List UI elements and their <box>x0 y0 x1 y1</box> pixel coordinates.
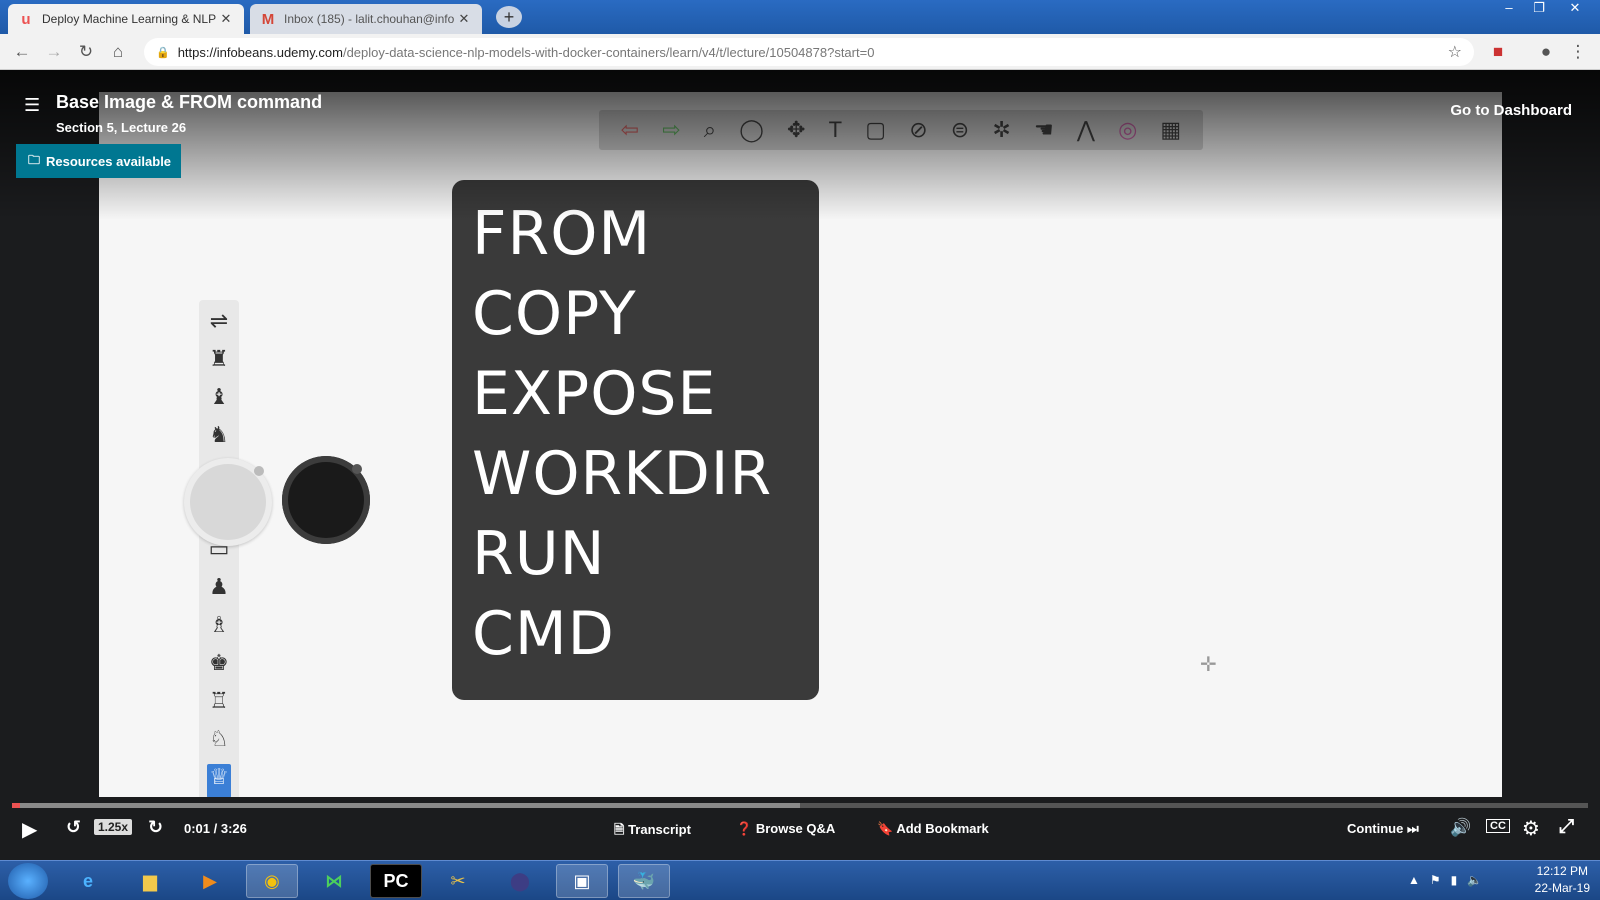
browser-tabstrip: u Deploy Machine Learning & NLP ✕ M Inbo… <box>0 0 1600 34</box>
brush-icon: ♝ <box>209 384 229 409</box>
gear-icon[interactable]: ⚙ <box>1522 816 1540 841</box>
go-to-dashboard-link[interactable]: Go to Dashboard <box>1450 102 1572 119</box>
address-bar[interactable]: 🔒 https://infobeans.udemy.com/deploy-dat… <box>144 38 1474 66</box>
eclipse-icon[interactable]: ⬤ <box>494 864 546 898</box>
crosshair-cursor-icon: ✛ <box>1200 654 1217 676</box>
visual-studio-code-icon[interactable]: ⋈ <box>308 864 360 898</box>
brush-icon: ♗ <box>209 612 229 637</box>
player-controls: ▶ ↺ 1.25x ↻ 0:01 / 3:26 🗎 Transcript ❓ B… <box>0 797 1600 860</box>
resources-label: Resources available <box>46 153 172 169</box>
qa-label: Browse Q&A <box>755 821 836 836</box>
brush-icon: ♞ <box>209 422 229 447</box>
media-player-icon[interactable]: ▶ <box>184 864 236 898</box>
play-icon[interactable]: ▶ <box>22 817 37 842</box>
document-icon: 🗎 <box>614 822 629 837</box>
progress-bar[interactable] <box>12 803 1588 808</box>
brush-icon: ♖ <box>209 688 229 713</box>
command-text: EXPOSE <box>472 359 717 429</box>
dark-color-swatch <box>282 456 370 544</box>
docker-icon[interactable]: 🐳 <box>618 864 670 898</box>
minimize-icon[interactable]: – <box>1494 0 1524 18</box>
clock[interactable]: 12:12 PM 22-Mar-19 <box>1535 863 1590 897</box>
tab-gmail[interactable]: M Inbox (185) - lalit.chouhan@info ✕ <box>250 4 482 34</box>
resources-button[interactable]: 🗀 Resources available <box>16 144 181 178</box>
bookmark-star-icon[interactable]: ☆ <box>1448 42 1462 62</box>
buffered-fill <box>12 803 800 808</box>
chrome-icon[interactable]: ◉ <box>246 864 298 898</box>
hamburger-menu-icon[interactable]: ☰ <box>24 95 40 116</box>
url-host: https://infobeans.udemy.com <box>177 44 343 60</box>
continue-button[interactable]: Continue ⏭ <box>1347 821 1419 837</box>
browse-qa-button[interactable]: ❓ Browse Q&A <box>736 821 835 837</box>
restore-icon[interactable]: ❐ <box>1524 0 1554 18</box>
tab-title: Inbox (185) - lalit.chouhan@info <box>284 12 455 26</box>
selected-brush-icon: ♕ <box>207 764 231 798</box>
folder-icon: 🗀 <box>28 152 41 167</box>
transcript-label: Transcript <box>628 822 691 837</box>
video-player[interactable]: ⇦ ⇨ ⌕ ◯ ✥ T ▢ ⊘ ⊜ ✲ ☚ ⋀ ◎ ▦ ⇌ ♜ ♝ ♞ ♙ ▬ … <box>0 70 1600 872</box>
new-tab-button[interactable]: + <box>496 6 522 28</box>
bookmark-icon: 🔖 <box>877 821 897 836</box>
transcript-button[interactable]: 🗎 Transcript <box>614 821 691 843</box>
add-bookmark-button[interactable]: 🔖 Add Bookmark <box>877 821 989 837</box>
back-icon[interactable]: ← <box>10 40 34 64</box>
command-text: COPY <box>472 279 637 349</box>
brush-icon: ♟ <box>209 574 229 599</box>
snipping-tool-icon[interactable]: ✂ <box>432 864 484 898</box>
docker-commands-card: FROM COPY EXPOSE WORKDIR RUN CMD <box>452 180 819 700</box>
lecture-subtitle: Section 5, Lecture 26 <box>56 120 187 135</box>
playback-speed-button[interactable]: 1.25x <box>94 819 133 835</box>
brush-icon: ♜ <box>209 346 229 371</box>
browser-toolbar: ← → ↻ ⌂ 🔒 https://infobeans.udemy.com/de… <box>0 34 1600 70</box>
bookmark-label: Add Bookmark <box>896 821 989 836</box>
settings-slider-icon: ⇌ <box>209 308 229 333</box>
extension-icon[interactable]: ■ <box>1486 40 1510 64</box>
closed-captions-button[interactable]: CC <box>1486 819 1510 833</box>
played-fill <box>12 803 20 808</box>
command-text: RUN <box>472 519 606 589</box>
command-text: CMD <box>472 599 615 669</box>
close-tab-icon[interactable]: ✕ <box>218 11 234 27</box>
menu-kebab-icon[interactable]: ⋮ <box>1566 40 1590 64</box>
tab-udemy[interactable]: u Deploy Machine Learning & NLP ✕ <box>8 4 244 34</box>
brush-icon: ♚ <box>209 650 229 675</box>
home-icon[interactable]: ⌂ <box>106 40 130 64</box>
forward-icon[interactable]: → <box>42 40 66 64</box>
skip-next-icon: ⏭ <box>1403 821 1419 836</box>
lecture-title: Base Image & FROM command <box>56 92 323 112</box>
tab-title: Deploy Machine Learning & NLP <box>42 12 217 26</box>
system-tray-icons[interactable]: ▲⚑▮🔈 <box>1408 873 1492 887</box>
command-text: WORKDIR <box>472 439 773 509</box>
pycharm-icon[interactable]: PC <box>370 864 422 898</box>
gmail-icon: M <box>261 10 275 28</box>
start-button[interactable] <box>8 863 48 899</box>
remote-desktop-icon[interactable]: ▣ <box>556 864 608 898</box>
forward-icon[interactable]: ↻ <box>148 817 163 838</box>
rewind-icon[interactable]: ↺ <box>66 817 81 838</box>
url-path: /deploy-data-science-nlp-models-with-doc… <box>342 44 875 60</box>
windows-taskbar: e ▆ ▶ ◉ ⋈ PC ✂ ⬤ ▣ 🐳 ▲⚑▮🔈 12:12 PM 22-Ma… <box>0 860 1600 900</box>
time-display: 0:01 / 3:26 <box>184 821 247 836</box>
question-icon: ❓ <box>736 821 756 836</box>
brush-icon: ♘ <box>209 726 229 751</box>
lock-icon: 🔒 <box>156 46 170 59</box>
volume-icon[interactable]: 🔊 <box>1450 818 1471 838</box>
file-explorer-icon[interactable]: ▆ <box>124 864 176 898</box>
reload-icon[interactable]: ↻ <box>74 40 98 64</box>
light-color-swatch <box>184 458 272 546</box>
internet-explorer-icon[interactable]: e <box>62 864 114 898</box>
brush-panel: ⇌ ♜ ♝ ♞ ♙ ▬ ▭ ♟ ♗ ♚ ♖ ♘ ♕ <box>199 300 239 820</box>
fullscreen-icon[interactable]: ⤢ <box>1559 816 1574 838</box>
clock-time: 12:12 PM <box>1536 864 1588 878</box>
udemy-icon: u <box>21 10 31 28</box>
close-window-icon[interactable]: ✕ <box>1560 0 1590 18</box>
close-tab-icon[interactable]: ✕ <box>456 11 472 27</box>
avatar[interactable]: ● <box>1534 40 1558 64</box>
continue-label: Continue <box>1347 821 1404 836</box>
clock-date: 22-Mar-19 <box>1534 881 1590 895</box>
